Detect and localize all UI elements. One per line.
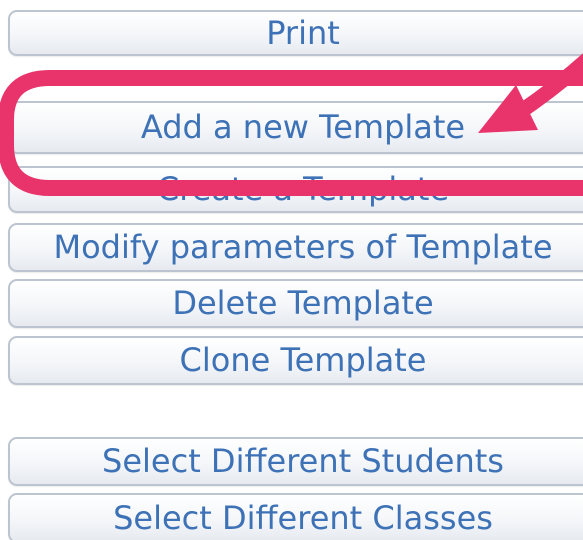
add-new-template-button[interactable]: Add a new Template [8, 101, 583, 154]
modify-template-parameters-button[interactable]: Modify parameters of Template [8, 223, 583, 272]
create-template-button[interactable]: Create a Template [8, 166, 583, 213]
template-menu: Print Add a new Template Create a Templa… [0, 0, 583, 540]
delete-template-button[interactable]: Delete Template [8, 279, 583, 328]
select-different-classes-button[interactable]: Select Different Classes [8, 493, 583, 540]
clone-template-button[interactable]: Clone Template [8, 336, 583, 385]
select-different-students-button[interactable]: Select Different Students [8, 437, 583, 486]
print-button[interactable]: Print [8, 10, 583, 56]
